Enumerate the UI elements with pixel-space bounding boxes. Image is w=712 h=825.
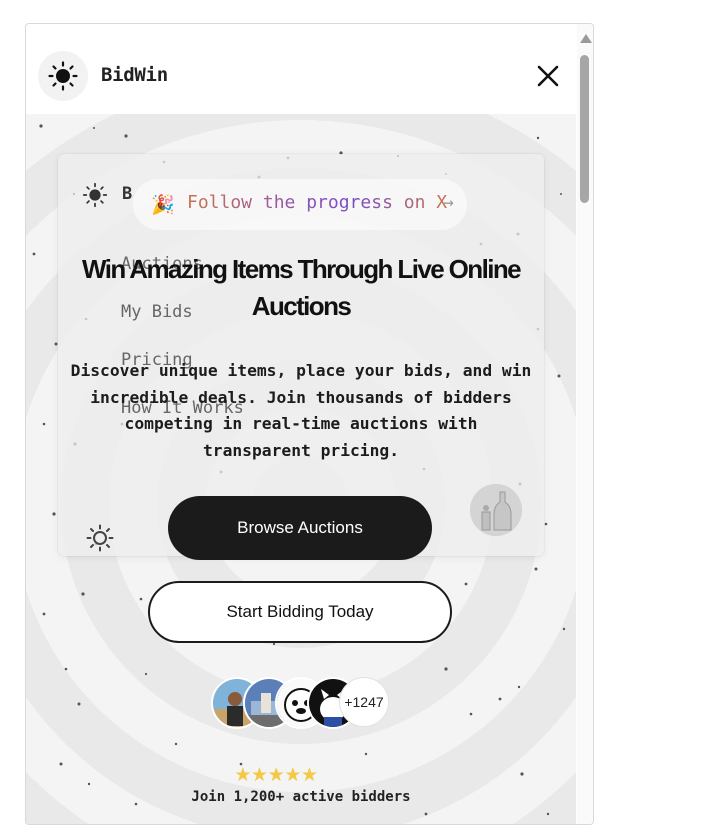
arrow-right-icon: →	[443, 192, 454, 213]
start-bidding-button[interactable]: Start Bidding Today	[148, 581, 452, 643]
hero-headline: Win Amazing Items Through Live Online Au…	[82, 254, 522, 321]
hero-section: B Auctions My Bids Pricing How It Works	[26, 114, 576, 824]
scrollbar-thumb[interactable]	[580, 55, 589, 203]
sun-icon	[48, 61, 78, 91]
star-icon: ★	[268, 758, 284, 788]
brand-name[interactable]: BidWin	[101, 64, 168, 86]
star-icon: ★	[251, 758, 268, 788]
bottles-image	[470, 484, 522, 536]
ghost-brand-initial: B	[122, 184, 133, 204]
header: BidWin	[26, 24, 576, 114]
party-popper-icon: 🎉	[151, 194, 175, 216]
ghost-avatar	[470, 484, 522, 536]
browse-auctions-button[interactable]: Browse Auctions	[168, 496, 432, 560]
star-icon: ★	[235, 758, 251, 788]
scrollbar[interactable]	[577, 24, 593, 824]
star-icon: ★	[284, 758, 301, 788]
logo-badge[interactable]	[38, 51, 88, 101]
star-icon: ★	[301, 758, 318, 788]
rating-stars: ★ ★ ★ ★ ★	[235, 760, 317, 786]
close-icon	[537, 65, 559, 87]
mobile-menu-modal: BidWin B Auctions My Bids Pricing How It…	[25, 23, 594, 825]
scroll-up-arrow-icon[interactable]	[580, 34, 592, 43]
sun-icon	[82, 182, 108, 208]
bidders-caption: Join 1,200+ active bidders	[191, 789, 411, 805]
bidder-avatars: +1247	[211, 677, 411, 729]
close-button[interactable]	[534, 62, 562, 90]
announcement-pill[interactable]: 🎉 Follow the progress on X →	[133, 179, 467, 230]
extra-bidders-count: +1247	[339, 677, 389, 727]
announcement-text: Follow the progress on X	[187, 192, 448, 213]
sun-outline-icon	[86, 524, 114, 552]
hero-subtext: Discover unique items, place your bids, …	[70, 361, 532, 460]
